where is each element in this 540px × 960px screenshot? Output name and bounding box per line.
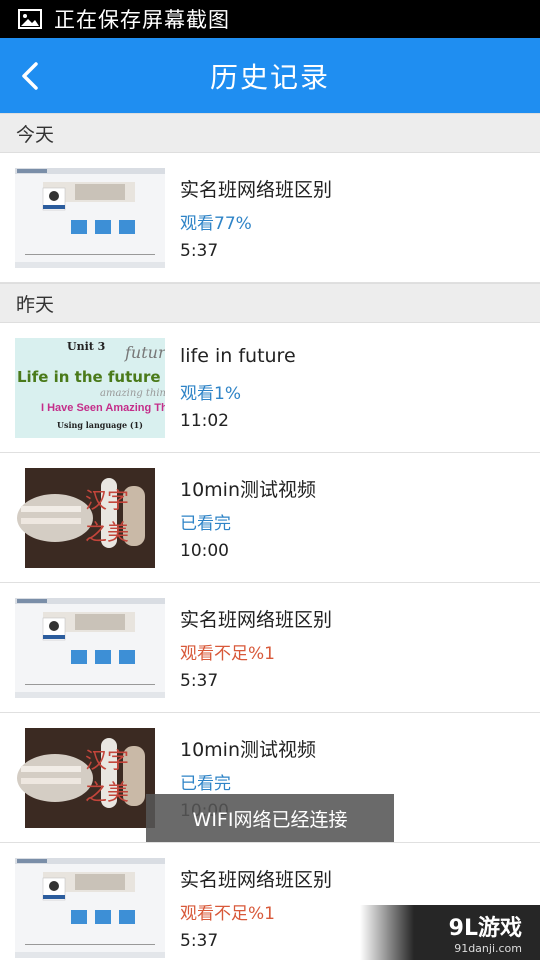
- app-header: 历史记录: [0, 38, 540, 113]
- back-button[interactable]: [0, 38, 60, 113]
- video-thumbnail[interactable]: [15, 598, 165, 698]
- video-title: life in future: [180, 345, 296, 367]
- video-thumbnail[interactable]: 汉字 之美: [15, 468, 165, 568]
- toast-message: WIFI网络已经连接: [146, 794, 394, 842]
- section-header: 今天: [0, 113, 540, 153]
- svg-text:future: future: [124, 343, 165, 362]
- svg-text:Unit 3: Unit 3: [67, 340, 105, 353]
- history-item[interactable]: 汉字 之美 10min测试视频 已看完 10:00: [0, 453, 540, 583]
- video-thumbnail[interactable]: Unit 3 future Life in the future amazing…: [15, 338, 165, 438]
- video-duration: 5:37: [180, 241, 219, 261]
- watch-progress: 观看不足%1: [180, 644, 275, 664]
- svg-text:Life in the future: Life in the future: [17, 368, 161, 386]
- video-thumbnail[interactable]: 汉字 之美: [15, 728, 165, 828]
- svg-text:amazing things: amazing things: [100, 388, 165, 399]
- image-icon: [18, 9, 42, 29]
- video-title: 10min测试视频: [180, 479, 317, 501]
- video-duration: 10:00: [180, 541, 229, 561]
- svg-text:I Have Seen Amazing Things: I Have Seen Amazing Things: [41, 402, 165, 414]
- video-title: 实名班网络班区别: [180, 609, 333, 631]
- history-item[interactable]: 实名班网络班区别 观看77% 5:37: [0, 153, 540, 283]
- video-title: 10min测试视频: [180, 739, 317, 761]
- watermark-main: 9L游戏: [448, 916, 522, 941]
- svg-text:汉字: 汉字: [85, 749, 129, 774]
- video-title: 实名班网络班区别: [180, 869, 333, 891]
- svg-text:之美: 之美: [85, 781, 129, 806]
- page-title: 历史记录: [209, 60, 330, 94]
- watch-progress: 已看完: [180, 514, 231, 534]
- watermark-logo: 9L游戏 91danji.com: [360, 905, 540, 960]
- video-title: 实名班网络班区别: [180, 179, 333, 201]
- video-duration: 5:37: [180, 931, 219, 951]
- video-duration: 5:37: [180, 671, 219, 691]
- watermark-sub: 91danji.com: [454, 942, 522, 955]
- status-bar: 正在保存屏幕截图: [0, 0, 540, 38]
- history-item[interactable]: Unit 3 future Life in the future amazing…: [0, 323, 540, 453]
- watch-progress: 观看77%: [180, 214, 252, 234]
- video-thumbnail[interactable]: [15, 168, 165, 268]
- svg-text:Using language (1): Using language (1): [57, 420, 143, 430]
- section-header: 昨天: [0, 283, 540, 323]
- chevron-left-icon: [22, 61, 38, 90]
- status-text: 正在保存屏幕截图: [54, 8, 230, 32]
- watch-progress: 观看1%: [180, 384, 241, 404]
- watch-progress: 观看不足%1: [180, 904, 275, 924]
- history-item[interactable]: 实名班网络班区别 观看不足%1 5:37: [0, 583, 540, 713]
- video-duration: 11:02: [180, 411, 229, 431]
- video-thumbnail[interactable]: [15, 858, 165, 958]
- watch-progress: 已看完: [180, 774, 231, 794]
- svg-text:汉字: 汉字: [85, 489, 129, 514]
- svg-text:之美: 之美: [85, 521, 129, 546]
